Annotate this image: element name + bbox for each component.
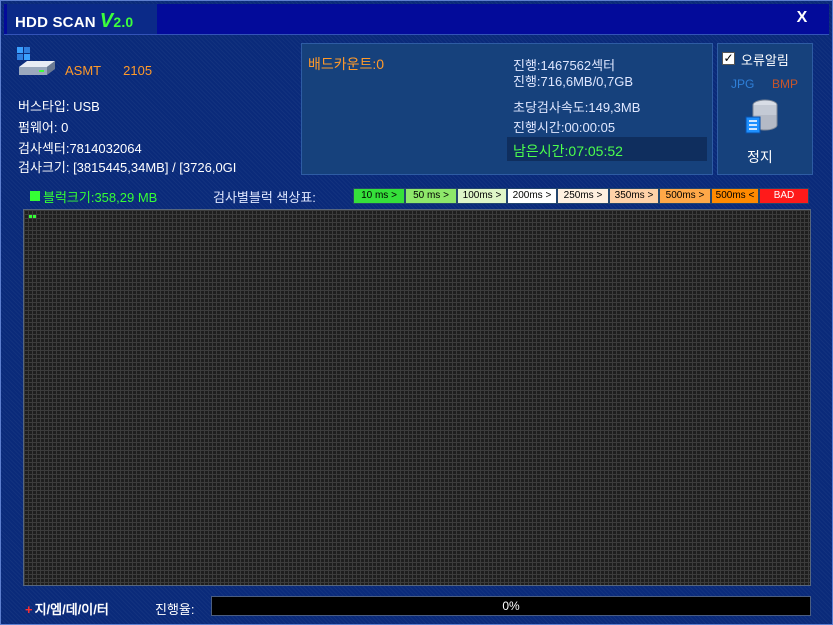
app-window: HDD SCAN V2.0 X ASMT 2105 버스타입: USB 펌웨어: 0…: [0, 0, 833, 625]
elapsed-time: 진행시간:00:00:05: [513, 120, 616, 135]
logo-plus: +: [25, 602, 33, 617]
progress-bar: 0%: [211, 596, 811, 616]
scan-speed: 초당검사속도:149,3MB: [513, 100, 641, 115]
progress-size: 진행:716,6MB/0,7GB: [513, 74, 634, 89]
remaining-time-box: 남은시간:07:05:52: [507, 137, 707, 161]
version-number: 2.0: [113, 14, 134, 30]
title-block: HDD SCAN V2.0: [7, 4, 157, 34]
legend-cell: 200ms >: [507, 188, 557, 204]
legend-cell: 500ms >: [659, 188, 711, 204]
hard-drive-icon: [17, 47, 55, 75]
scan-block-grid: [23, 209, 811, 586]
version-letter: V: [99, 10, 114, 32]
block-size-swatch: [30, 191, 40, 201]
bus-type: 버스타입: USB: [18, 99, 100, 114]
legend-title: 검사별블럭 색상표:: [213, 190, 316, 205]
color-legend: 10 ms >50 ms >100ms >200ms >250ms >350ms…: [353, 188, 809, 204]
logo-text: 지/엠/데/이/터: [34, 602, 109, 617]
legend-cell: 500ms <: [711, 188, 759, 204]
completed-block: [29, 215, 32, 218]
drive-model: ASMT 2105: [65, 63, 152, 78]
progress-label: 진행율:: [155, 602, 195, 617]
completed-block: [33, 215, 36, 218]
bmp-option[interactable]: BMP: [772, 77, 798, 91]
legend-cell: BAD: [759, 188, 809, 204]
drive-model-number: 2105: [123, 63, 153, 78]
drive-model-name: ASMT: [65, 63, 102, 78]
title-bar: HDD SCAN V2.0 X: [4, 4, 829, 35]
app-name: HDD SCAN: [15, 14, 96, 31]
remaining-time: 남은시간:07:05:52: [513, 143, 623, 159]
block-size: 블럭크기:358,29 MB: [43, 190, 158, 205]
scan-sectors: 검사섹터:7814032064: [18, 141, 142, 156]
company-logo: + 지/엠/데/이/터: [25, 599, 109, 618]
jpg-option[interactable]: JPG: [731, 77, 754, 91]
legend-cell: 250ms >: [557, 188, 609, 204]
bad-count: 배드카운트:0: [308, 56, 385, 72]
close-button[interactable]: X: [793, 9, 811, 27]
stop-button[interactable]: 정지: [747, 147, 773, 167]
progress-text: 0%: [502, 599, 520, 613]
scan-size: 검사크기: [3815445,34MB] / [3726,0GI: [18, 160, 237, 175]
database-stop-icon[interactable]: [743, 97, 783, 137]
legend-cell: 50 ms >: [405, 188, 457, 204]
firmware: 펌웨어: 0: [18, 120, 69, 135]
legend-cell: 350ms >: [609, 188, 659, 204]
error-alarm-checkbox[interactable]: ✓: [722, 52, 735, 65]
app-title: HDD SCAN V2.0: [15, 10, 133, 33]
error-alarm-label[interactable]: 오류알림: [741, 50, 789, 69]
legend-cell: 10 ms >: [353, 188, 405, 204]
legend-cell: 100ms >: [457, 188, 507, 204]
